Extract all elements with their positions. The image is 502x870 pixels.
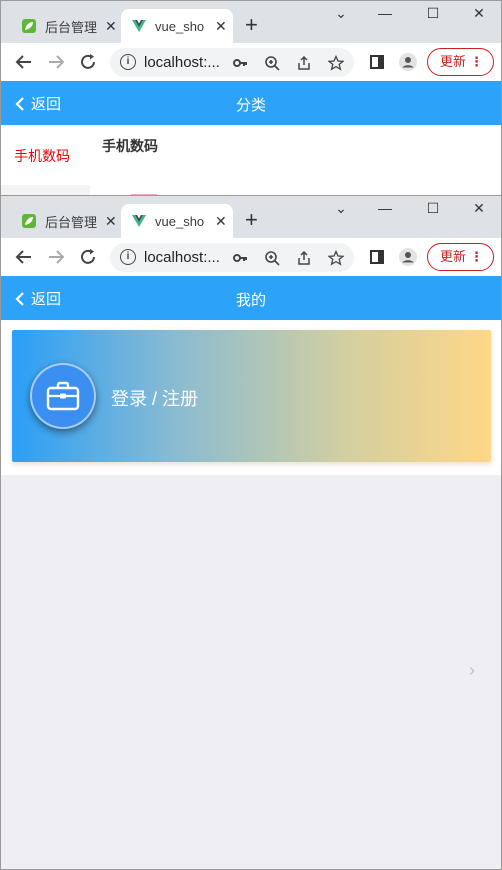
category-sidebar: 手机数码 — [1, 125, 90, 195]
briefcase-avatar[interactable] — [30, 363, 96, 429]
close-tab-icon[interactable]: ✕ — [105, 213, 117, 230]
tab-vue-shop[interactable]: vue_sho ✕ — [121, 9, 233, 43]
app-header: 返回 分类 — [1, 81, 501, 125]
tab-title: vue_sho — [155, 213, 205, 229]
minimize-button[interactable]: — — [375, 200, 395, 216]
key-icon[interactable] — [230, 248, 250, 268]
update-button[interactable]: 更新 ⋮ — [427, 243, 494, 271]
tab-title: 后台管理 — [45, 214, 97, 230]
site-info-icon[interactable]: i — [120, 249, 136, 265]
category-section-title: 手机数码 — [102, 138, 158, 154]
login-card[interactable]: 登录 / 注册 — [12, 330, 491, 462]
browser-window-profile: 后台管理 ✕ vue_sho ✕ + ⌄ — ☐ ✕ i localhost:.… — [0, 195, 502, 870]
tab-search-icon[interactable]: ⌄ — [331, 200, 351, 217]
zoom-icon[interactable] — [262, 53, 282, 73]
tab-strip: 后台管理 ✕ vue_sho ✕ + ⌄ — ☐ ✕ — [1, 196, 501, 238]
browser-toolbar: i localhost:... 更新 ⋮ — [1, 238, 501, 276]
briefcase-icon — [46, 381, 80, 411]
tab-admin[interactable]: 后台管理 ✕ — [11, 9, 119, 43]
address-bar[interactable]: i localhost:... — [110, 243, 354, 272]
address-bar[interactable]: i localhost:... — [110, 48, 354, 77]
leaf-icon — [21, 213, 37, 229]
site-info-icon[interactable]: i — [120, 54, 136, 70]
page-title: 我的 — [235, 292, 266, 309]
url-text: localhost:... — [144, 249, 220, 266]
profile-avatar-icon[interactable] — [396, 245, 420, 269]
browser-window-category: 后台管理 ✕ vue_sho ✕ + ⌄ — ☐ ✕ i localhost:.… — [0, 0, 502, 196]
menu-dots-icon[interactable]: ⋮ — [470, 49, 483, 75]
back-arrow-icon[interactable] — [12, 50, 36, 74]
menu-dots-icon[interactable]: ⋮ — [470, 244, 483, 270]
update-button[interactable]: 更新 ⋮ — [427, 48, 494, 76]
app-header: 返回 我的 — [1, 276, 501, 320]
tab-vue-shop[interactable]: vue_sho ✕ — [121, 204, 233, 238]
forward-arrow-icon[interactable] — [44, 50, 68, 74]
update-label: 更新 — [440, 54, 467, 69]
leaf-icon — [21, 18, 37, 34]
close-window-button[interactable]: ✕ — [469, 200, 489, 217]
tab-title: 后台管理 — [45, 19, 97, 35]
new-tab-button[interactable]: + — [245, 208, 258, 232]
url-text: localhost:... — [144, 54, 220, 71]
tab-search-icon[interactable]: ⌄ — [331, 5, 351, 22]
key-icon[interactable] — [230, 53, 250, 73]
close-window-button[interactable]: ✕ — [469, 5, 489, 22]
minimize-button[interactable]: — — [375, 5, 395, 21]
close-tab-icon[interactable]: ✕ — [215, 213, 227, 230]
vue-logo-icon — [131, 18, 147, 34]
maximize-button[interactable]: ☐ — [423, 200, 443, 217]
share-icon[interactable] — [294, 53, 314, 73]
vue-logo-icon — [131, 213, 147, 229]
bookmark-star-icon[interactable] — [326, 53, 346, 73]
page-title: 分类 — [235, 97, 266, 114]
chevron-right-icon[interactable]: › — [469, 660, 475, 681]
bookmark-star-icon[interactable] — [326, 248, 346, 268]
sidebar-item-digital[interactable]: 手机数码 — [14, 146, 70, 166]
zoom-icon[interactable] — [262, 248, 282, 268]
close-tab-icon[interactable]: ✕ — [105, 18, 117, 35]
maximize-button[interactable]: ☐ — [423, 5, 443, 22]
forward-arrow-icon[interactable] — [44, 245, 68, 269]
side-panel-icon[interactable] — [365, 50, 389, 74]
browser-toolbar: i localhost:... 更新 ⋮ — [1, 43, 501, 81]
new-tab-button[interactable]: + — [245, 13, 258, 37]
reload-icon[interactable] — [76, 50, 100, 74]
tab-title: vue_sho — [155, 18, 205, 34]
profile-header-section: 登录 / 注册 — [1, 320, 501, 475]
close-tab-icon[interactable]: ✕ — [215, 18, 227, 35]
tab-admin[interactable]: 后台管理 ✕ — [11, 204, 119, 238]
tab-strip: 后台管理 ✕ vue_sho ✕ + ⌄ — ☐ ✕ — [1, 1, 501, 43]
back-arrow-icon[interactable] — [12, 245, 36, 269]
reload-icon[interactable] — [76, 245, 100, 269]
share-icon[interactable] — [294, 248, 314, 268]
profile-avatar-icon[interactable] — [396, 50, 420, 74]
login-register-link[interactable]: 登录 / 注册 — [111, 385, 198, 411]
update-label: 更新 — [440, 249, 467, 264]
side-panel-icon[interactable] — [365, 245, 389, 269]
